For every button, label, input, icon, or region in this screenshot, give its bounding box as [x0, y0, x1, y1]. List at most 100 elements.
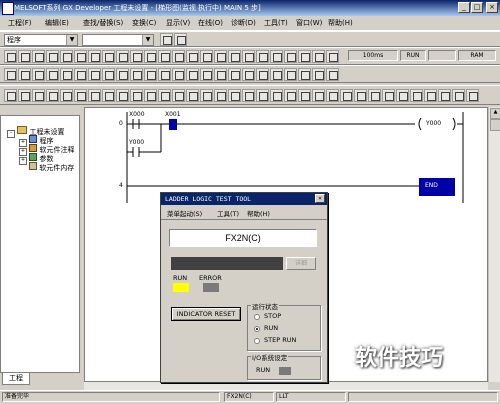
- menu-view[interactable]: 显示(V): [166, 18, 190, 28]
- toolbar-tool-icon[interactable]: [186, 50, 199, 63]
- toolbar-tool-icon[interactable]: [88, 50, 101, 63]
- toolbar-tool-icon[interactable]: [60, 50, 73, 63]
- toolbar-tool-icon[interactable]: [130, 68, 143, 81]
- toolbar-tool-icon[interactable]: [200, 50, 213, 63]
- scroll-thumb[interactable]: [490, 119, 500, 131]
- scroll-up-icon[interactable]: ▲: [490, 108, 500, 119]
- toolbar-tool-icon[interactable]: [284, 89, 297, 102]
- toolbar-tool-icon[interactable]: [214, 89, 227, 102]
- io-system-indicator[interactable]: [279, 367, 291, 375]
- toolbar-tool-icon[interactable]: [382, 89, 395, 102]
- toolbar-tool-icon[interactable]: [32, 89, 45, 102]
- dialog-menu-start[interactable]: 菜单起动(S): [167, 208, 202, 218]
- dialog-menu-help[interactable]: 帮助(H): [247, 208, 270, 218]
- toolbar-tool-icon[interactable]: [214, 50, 227, 63]
- maximize-button[interactable]: □: [471, 2, 483, 13]
- toolbar-tool-icon[interactable]: [74, 68, 87, 81]
- toolbar-tool-icon[interactable]: [172, 50, 185, 63]
- toolbar-tool-icon[interactable]: [88, 68, 101, 81]
- toolbar-tool-icon[interactable]: [46, 68, 59, 81]
- toolbar-tool-icon[interactable]: [4, 50, 17, 63]
- toolbar-tool-icon[interactable]: [102, 68, 115, 81]
- dialog-close-button[interactable]: ×: [315, 194, 325, 203]
- toolbar-tool-icon[interactable]: [130, 50, 143, 63]
- menu-edit[interactable]: 编辑(E): [45, 18, 69, 28]
- toolbar-tool-icon[interactable]: [270, 50, 283, 63]
- radio-run[interactable]: [254, 326, 260, 332]
- toolbar-tool-icon[interactable]: [4, 89, 17, 102]
- toolbar-tool-icon[interactable]: [228, 50, 241, 63]
- toolbar-tool-icon[interactable]: [144, 50, 157, 63]
- toolbar-tool-icon[interactable]: [158, 50, 171, 63]
- toolbar-tool-icon[interactable]: [200, 68, 213, 81]
- toolbar-tool-icon[interactable]: [326, 89, 339, 102]
- toolbar-tool-icon[interactable]: [18, 68, 31, 81]
- toolbar-tool-icon[interactable]: [60, 89, 73, 102]
- toolbar-tool-icon[interactable]: [74, 50, 87, 63]
- toolbar-tool-icon[interactable]: [18, 50, 31, 63]
- toolbar-tool-icon[interactable]: [326, 50, 339, 63]
- toolbar-tool-icon[interactable]: [228, 68, 241, 81]
- toolbar-tool-icon[interactable]: [256, 68, 269, 81]
- toolbar-tool-icon[interactable]: [18, 89, 31, 102]
- menu-tools[interactable]: 工具(T): [264, 18, 288, 28]
- toolbar-tool-icon[interactable]: [340, 89, 353, 102]
- toolbar-tool-icon[interactable]: [172, 89, 185, 102]
- expand-icon[interactable]: +: [19, 157, 27, 165]
- toolbar-tool-icon[interactable]: [284, 50, 297, 63]
- toolbar-tool-icon[interactable]: [32, 50, 45, 63]
- toolbar-tool-icon[interactable]: [312, 50, 325, 63]
- toolbar-tool-icon[interactable]: [298, 68, 311, 81]
- toolbar-tool-icon[interactable]: [354, 89, 367, 102]
- menu-help[interactable]: 帮助(H): [328, 18, 353, 28]
- detail-button[interactable]: 详细: [286, 257, 316, 270]
- toolbar-tool-icon[interactable]: [396, 89, 409, 102]
- toolbar-tool-icon[interactable]: [116, 68, 129, 81]
- minimize-button[interactable]: _: [458, 2, 470, 13]
- toolbar-tool-icon[interactable]: [102, 89, 115, 102]
- toolbar-tool-icon[interactable]: [368, 89, 381, 102]
- toolbar-tool-icon[interactable]: [312, 89, 325, 102]
- toolbar-tool-icon[interactable]: [242, 68, 255, 81]
- toolbar-tool-icon[interactable]: [242, 50, 255, 63]
- toolbar-tool-icon[interactable]: [186, 89, 199, 102]
- menu-online[interactable]: 在线(O): [198, 18, 223, 28]
- tree-item-device-memory[interactable]: 软元件内存: [29, 162, 74, 173]
- toolbar-tool-icon[interactable]: [424, 89, 437, 102]
- toolbar-tool-icon[interactable]: [298, 50, 311, 63]
- tab-project[interactable]: 工程: [2, 373, 30, 385]
- toolbar-tool-icon[interactable]: [144, 68, 157, 81]
- menu-convert[interactable]: 变换(C): [132, 18, 156, 28]
- close-button[interactable]: ×: [486, 2, 498, 13]
- toolbar-tool-icon[interactable]: [116, 89, 129, 102]
- collapse-icon[interactable]: -: [7, 130, 15, 138]
- toolbar-tool-icon[interactable]: [298, 89, 311, 102]
- toolbar-tool-icon[interactable]: [270, 68, 283, 81]
- radio-step-run[interactable]: [254, 338, 260, 344]
- toolbar-tool-icon[interactable]: [144, 89, 157, 102]
- toolbar-tool-icon[interactable]: [466, 89, 479, 102]
- block-select[interactable]: ▼: [82, 34, 154, 46]
- toolbar-tool-icon[interactable]: [88, 89, 101, 102]
- vertical-scrollbar[interactable]: ▲: [488, 107, 500, 382]
- toolbar-tool-icon[interactable]: [74, 89, 87, 102]
- toolbar-tool-icon[interactable]: [60, 68, 73, 81]
- horizontal-scrollbar[interactable]: [84, 382, 488, 390]
- toolbar-tool-icon[interactable]: [256, 89, 269, 102]
- menu-project[interactable]: 工程(F): [8, 18, 32, 28]
- toolbar-tool-icon[interactable]: [130, 89, 143, 102]
- toolbar-tool-icon[interactable]: [256, 50, 269, 63]
- toolbar-tool-icon[interactable]: [452, 89, 465, 102]
- program-select[interactable]: 程序 ▼: [4, 34, 78, 46]
- toolbar-tool-icon[interactable]: [242, 89, 255, 102]
- toolbar-tool-icon[interactable]: [438, 89, 451, 102]
- toolbar-tool-icon[interactable]: [158, 89, 171, 102]
- toolbar-tool-icon[interactable]: [46, 89, 59, 102]
- toolbar-tool-icon[interactable]: [214, 68, 227, 81]
- toolbar-tool-icon[interactable]: [4, 68, 17, 81]
- toolbar-tool-icon[interactable]: [102, 50, 115, 63]
- menu-find-replace[interactable]: 查找/替换(S): [83, 18, 123, 28]
- toolbar-tool-icon[interactable]: [228, 89, 241, 102]
- list-icon[interactable]: [174, 33, 187, 46]
- dialog-menu-tools[interactable]: 工具(T): [217, 208, 239, 218]
